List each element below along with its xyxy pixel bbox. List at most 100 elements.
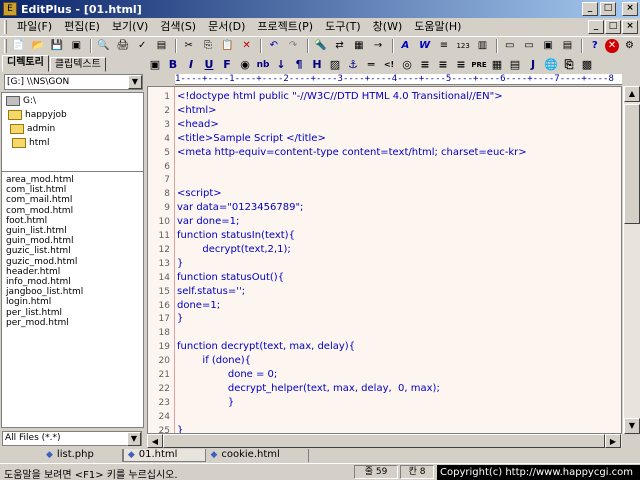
code-line[interactable]: 12 decrypt(text,2,1); — [148, 243, 621, 257]
cut-icon[interactable]: ✂ — [180, 38, 197, 54]
delete-icon[interactable]: ✕ — [238, 38, 255, 54]
print-icon[interactable]: 🖨 — [114, 38, 131, 54]
code-line[interactable]: 15 self.status=''; — [148, 285, 621, 299]
column-select-icon[interactable]: ▥ — [474, 38, 491, 54]
code-editor[interactable]: 1 <!doctype html public "-//W3C//DTD HTML… — [147, 86, 622, 434]
doc-minimize-button[interactable]: _ — [588, 20, 604, 34]
paste-icon[interactable]: 📋 — [219, 38, 236, 54]
window-cascade-icon[interactable]: ▭ — [520, 38, 537, 54]
tab-cookie-html[interactable]: ◆ cookie.html — [206, 448, 309, 462]
redo-icon[interactable]: ↷ — [284, 38, 301, 54]
list-item[interactable]: area_mod.html — [6, 175, 143, 185]
word-wrap-icon[interactable]: W — [416, 38, 433, 54]
browser-preview-icon[interactable]: 🌐 — [543, 57, 559, 73]
help-icon[interactable]: ? — [586, 38, 603, 54]
align-left-icon[interactable]: ≡ — [417, 57, 433, 73]
break-icon[interactable]: ↓ — [273, 57, 289, 73]
scroll-up-icon[interactable]: ▲ — [624, 86, 640, 102]
comment-icon[interactable]: <! — [381, 57, 397, 73]
list-item[interactable]: per_mod.html — [6, 318, 143, 328]
list-item[interactable]: info_mod.html — [6, 277, 143, 287]
image-icon[interactable]: ▨ — [327, 57, 343, 73]
code-line[interactable]: 23 } — [148, 396, 621, 410]
save-all-icon[interactable]: ▣ — [68, 38, 85, 54]
form-icon[interactable]: ▤ — [507, 57, 523, 73]
italic-icon[interactable]: I — [183, 57, 199, 73]
code-line[interactable]: 18 — [148, 326, 621, 340]
code-line[interactable]: 16 done=1; — [148, 299, 621, 313]
menu-project[interactable]: 프로젝트(P) — [251, 19, 319, 35]
code-line[interactable]: 19 function decrypt(text, max, delay){ — [148, 340, 621, 354]
scroll-down-icon[interactable]: ▼ — [624, 418, 640, 434]
list-item[interactable]: per_list.html — [6, 308, 143, 318]
heading-icon[interactable]: H — [309, 57, 325, 73]
menu-tools[interactable]: 도구(T) — [319, 19, 367, 35]
maximize-button[interactable]: □ — [600, 2, 616, 16]
menu-window[interactable]: 창(W) — [367, 19, 409, 35]
vertical-scroll-thumb[interactable] — [624, 104, 640, 224]
tree-item-html[interactable]: html — [12, 137, 50, 149]
html-toolbar-icon[interactable]: ▣ — [147, 57, 163, 73]
print-preview-icon[interactable]: 🔍 — [95, 38, 112, 54]
code-line[interactable]: 1 <!doctype html public "-//W3C//DTD HTML… — [148, 90, 621, 104]
table-icon[interactable]: ▦ — [489, 57, 505, 73]
vertical-scrollbar[interactable]: ▲ ▼ — [623, 86, 640, 434]
bold-icon[interactable]: B — [165, 57, 181, 73]
code-line[interactable]: 13} — [148, 257, 621, 271]
undo-icon[interactable]: ↶ — [265, 38, 282, 54]
goto-icon[interactable]: → — [369, 38, 386, 54]
file-filter-select[interactable]: All Files (*.*) ▼ — [2, 431, 142, 446]
horizontal-scroll-thumb[interactable] — [163, 434, 605, 448]
tab-directory[interactable]: 디렉토리 — [2, 55, 49, 72]
ruler-icon[interactable]: ≡ — [435, 38, 452, 54]
list-item[interactable]: guin_list.html — [6, 226, 143, 236]
tab-cliptext[interactable]: 클립텍스트 — [49, 57, 106, 72]
list-item[interactable]: guzic_mod.html — [6, 257, 143, 267]
list-item[interactable]: header.html — [6, 267, 143, 277]
code-line[interactable]: 3 <head> — [148, 118, 621, 132]
scroll-left-icon[interactable]: ◀ — [147, 434, 163, 448]
align-center-icon[interactable]: ≡ — [435, 57, 451, 73]
menu-search[interactable]: 검색(S) — [154, 19, 202, 35]
nbsp-icon[interactable]: nb — [255, 57, 271, 73]
open-folder-icon[interactable]: 📂 — [29, 38, 46, 54]
tree-item-admin[interactable]: admin — [10, 123, 55, 135]
menu-document[interactable]: 문서(D) — [202, 19, 251, 35]
find-in-files-icon[interactable]: ▦ — [350, 38, 367, 54]
horizontal-scrollbar[interactable]: ◀ ▶ — [147, 434, 622, 448]
window-list-icon[interactable]: ▣ — [540, 38, 557, 54]
code-line[interactable]: 7 — [148, 173, 621, 187]
code-line[interactable]: 21 done = 0; — [148, 368, 621, 382]
code-line[interactable]: 9 var data="0123456789"; — [148, 201, 621, 215]
menu-help[interactable]: 도움말(H) — [408, 19, 467, 35]
javascript-icon[interactable]: J — [525, 57, 541, 73]
line-number-icon[interactable]: 123 — [455, 38, 472, 54]
font-icon[interactable]: A — [397, 38, 414, 54]
menu-view[interactable]: 보기(V) — [106, 19, 154, 35]
save-icon[interactable]: 💾 — [48, 38, 65, 54]
color-icon[interactable]: ◉ — [237, 57, 253, 73]
copy-doc-icon[interactable]: ⎘ — [561, 57, 577, 73]
code-line[interactable]: 11 function statusIn(text){ — [148, 229, 621, 243]
tab-01-html[interactable]: ◆ 01.html — [122, 448, 207, 462]
menu-file[interactable]: 파일(F) — [11, 19, 58, 35]
doc-close-button[interactable]: × — [622, 20, 638, 34]
tools-icon[interactable]: ⚙ — [621, 38, 638, 54]
code-line[interactable]: 2 <html> — [148, 104, 621, 118]
output-window-icon[interactable]: ▤ — [559, 38, 576, 54]
doc-restore-button[interactable]: □ — [605, 20, 621, 34]
code-line[interactable]: 4 <title>Sample Script </title> — [148, 132, 621, 146]
tree-item-happyjob[interactable]: happyjob — [8, 109, 67, 121]
drive-select[interactable]: [G:] \\NS\GON ▼ — [4, 74, 143, 90]
list-item[interactable]: jangboo_list.html — [6, 287, 143, 297]
list-item[interactable]: com_mail.html — [6, 195, 143, 205]
close-button[interactable]: × — [622, 2, 638, 16]
code-line[interactable]: 25} — [148, 424, 621, 433]
browser-view-icon[interactable]: ▤ — [153, 38, 170, 54]
list-item[interactable]: guin_mod.html — [6, 236, 143, 246]
font-tag-icon[interactable]: F — [219, 57, 235, 73]
find-icon[interactable]: 🔦 — [312, 38, 329, 54]
underline-icon[interactable]: U — [201, 57, 217, 73]
list-item[interactable]: com_list.html — [6, 185, 143, 195]
link-icon[interactable]: ◎ — [399, 57, 415, 73]
